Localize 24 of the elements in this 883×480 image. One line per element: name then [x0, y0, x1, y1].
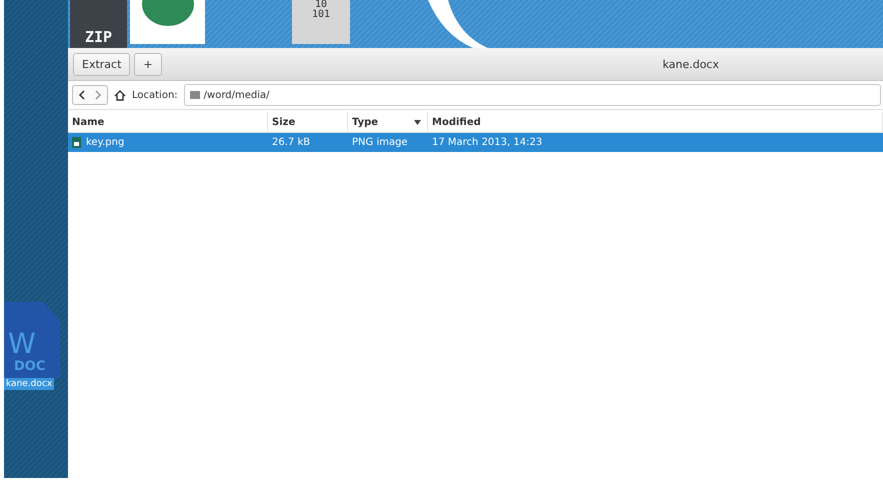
table-cell: key.png: [68, 137, 268, 148]
document-type-label: DOC: [13, 359, 46, 374]
home-icon[interactable]: [114, 90, 126, 100]
column-header[interactable]: Size: [268, 112, 348, 132]
folder-icon: [190, 91, 200, 99]
document-letter: W: [7, 329, 37, 359]
sort-arrow-icon: [414, 120, 421, 124]
chevron-right-icon: [95, 90, 102, 100]
column-header[interactable]: Modified: [428, 112, 883, 132]
location-field[interactable]: /word/media/: [184, 84, 881, 106]
column-header[interactable]: Type: [348, 112, 428, 132]
file-icon: [72, 137, 81, 148]
chevron-left-icon: [78, 90, 85, 100]
location-label: Location:: [132, 90, 178, 100]
archive-icon[interactable]: ZIP: [70, 0, 127, 48]
add-button[interactable]: +: [134, 52, 162, 76]
extract-button[interactable]: Extract: [73, 52, 130, 76]
table-cell-text: 17 March 2013, 14:23: [431, 137, 544, 148]
file-row[interactable]: key.png 26.7 kB PNG image 17 March 2013, 14:23: [68, 133, 883, 152]
window-title: kane.docx: [662, 58, 719, 70]
table-cell-text: PNG image: [351, 137, 409, 148]
logo-placeholder[interactable]: [130, 0, 205, 44]
table-cell-text: 26.7 kB: [271, 137, 312, 148]
column-header[interactable]: Name: [68, 112, 268, 132]
